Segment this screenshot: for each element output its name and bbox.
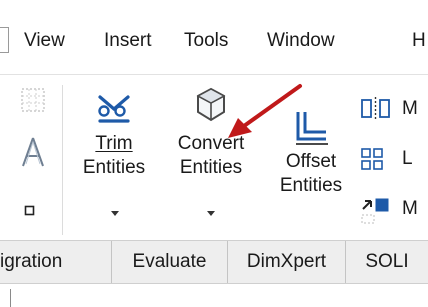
convert-entities-label-line2: Entities bbox=[179, 157, 243, 178]
trim-entities-label-line2: Entities bbox=[82, 157, 146, 178]
move-entities-button[interactable]: M bbox=[360, 193, 428, 224]
text-icon[interactable] bbox=[20, 135, 46, 169]
menu-item-help-partial[interactable]: H bbox=[412, 30, 426, 52]
trim-entities-icon bbox=[98, 95, 130, 123]
menu-item-view[interactable]: View bbox=[24, 30, 65, 52]
convert-entities-icon bbox=[196, 87, 226, 122]
mirror-entities-label: M bbox=[402, 98, 418, 119]
move-entities-icon bbox=[361, 198, 389, 224]
menu-item-tools[interactable]: Tools bbox=[184, 30, 228, 52]
linear-pattern-label: L bbox=[402, 148, 413, 169]
tab-dimxpert[interactable]: DimXpert bbox=[228, 241, 346, 283]
convert-entities-button[interactable]: Convert Entities bbox=[162, 75, 260, 235]
menu-item-window[interactable]: Window bbox=[267, 30, 335, 52]
command-manager-ribbon: Trim Entities Convert Entities Offset En… bbox=[0, 75, 428, 240]
move-entities-label: M bbox=[402, 198, 418, 219]
mirror-entities-button[interactable]: M bbox=[360, 95, 428, 123]
convert-entities-label-line1: Convert bbox=[177, 133, 245, 154]
mirror-entities-icon bbox=[361, 97, 390, 121]
sketch-grid-icon[interactable] bbox=[20, 87, 46, 113]
offset-entities-label-line2: Entities bbox=[279, 175, 343, 196]
menu-bar: View Insert Tools Window H bbox=[0, 0, 428, 75]
tab-migration[interactable]: igration bbox=[0, 241, 112, 283]
tab-evaluate[interactable]: Evaluate bbox=[112, 241, 228, 283]
trim-entities-label-line1: Trim bbox=[95, 133, 133, 154]
sketch-tools-column bbox=[0, 75, 62, 240]
linear-pattern-button[interactable]: L bbox=[360, 145, 428, 173]
convert-dropdown-arrow[interactable] bbox=[207, 211, 215, 216]
offset-entities-button[interactable]: Offset Entities bbox=[268, 75, 354, 235]
offset-entities-label-line1: Offset bbox=[285, 151, 337, 172]
ribbon-divider bbox=[62, 85, 63, 235]
menu-item-insert[interactable]: Insert bbox=[104, 30, 152, 52]
tab-solidworks-addins[interactable]: SOLI bbox=[346, 241, 428, 283]
document-area[interactable] bbox=[0, 284, 428, 307]
command-manager-tabs: igration Evaluate DimXpert SOLI bbox=[0, 240, 428, 284]
feature-tree-edge bbox=[10, 289, 11, 307]
menu-item-partial[interactable] bbox=[0, 27, 9, 53]
trim-entities-button[interactable]: Trim Entities bbox=[72, 75, 156, 235]
linear-pattern-icon bbox=[361, 148, 383, 170]
offset-entities-icon bbox=[296, 112, 328, 145]
small-square-icon[interactable] bbox=[24, 205, 36, 217]
trim-dropdown-arrow[interactable] bbox=[111, 211, 119, 216]
